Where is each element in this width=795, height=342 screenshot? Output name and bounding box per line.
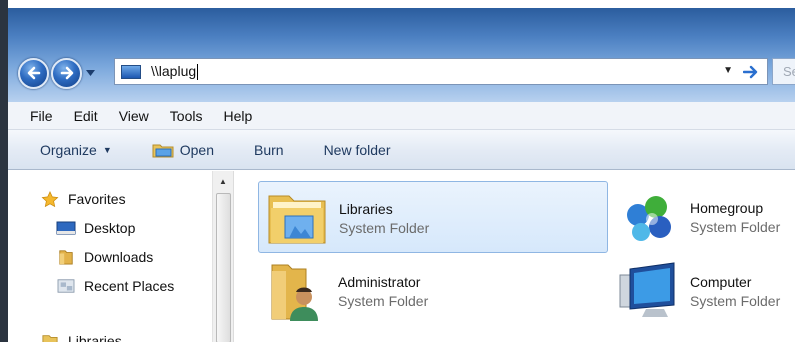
desktop-icon: [56, 221, 76, 235]
nav-item-downloads[interactable]: Downloads: [56, 249, 153, 265]
navigation-buttons: [18, 57, 96, 89]
navigation-pane: Favorites Desktop Downloads Recent Place…: [8, 171, 220, 342]
nav-favorites-label: Favorites: [68, 191, 126, 207]
open-folder-icon: [152, 144, 174, 157]
nav-item-label: Recent Places: [84, 278, 175, 294]
downloads-folder-icon: [59, 250, 73, 265]
menu-edit[interactable]: Edit: [74, 108, 98, 124]
libraries-folder-icon: [268, 195, 326, 244]
go-button[interactable]: [739, 61, 763, 82]
item-name: Administrator: [338, 274, 421, 290]
item-type: System Folder: [339, 220, 430, 236]
network-location-icon: [121, 64, 141, 79]
user-folder-icon: [271, 264, 318, 321]
new-folder-button[interactable]: New folder: [324, 142, 391, 158]
address-path[interactable]: \\laplug: [151, 62, 199, 81]
organize-label: Organize: [40, 141, 97, 158]
item-homegroup[interactable]: Homegroup System Folder: [616, 185, 795, 251]
libraries-icon: [42, 335, 58, 342]
menu-help[interactable]: Help: [223, 108, 252, 124]
nav-libraries[interactable]: Libraries: [40, 333, 122, 342]
open-button[interactable]: Open: [152, 142, 214, 158]
back-arrow-icon: [27, 66, 40, 80]
nav-pane-scrollbar[interactable]: ▲: [212, 171, 234, 342]
menu-file[interactable]: File: [30, 108, 53, 124]
item-type: System Folder: [338, 293, 429, 309]
content-pane: Libraries System Folder Homegroup System…: [234, 171, 795, 342]
nav-item-recent-places[interactable]: Recent Places: [56, 278, 174, 294]
command-bar: Organize ▼ Open Burn New folder: [8, 130, 795, 170]
homegroup-icon: [627, 196, 671, 241]
nav-item-label: Downloads: [84, 249, 154, 265]
recent-places-icon: [57, 279, 75, 293]
organize-button[interactable]: Organize ▼: [40, 142, 112, 158]
open-label: Open: [179, 141, 214, 158]
menu-tools[interactable]: Tools: [170, 108, 203, 124]
address-path-text: \\laplug: [151, 62, 197, 79]
item-name: Computer: [690, 274, 752, 290]
item-administrator[interactable]: Administrator System Folder: [264, 259, 594, 331]
scrollbar-thumb[interactable]: [216, 193, 231, 342]
go-arrow-icon: [743, 65, 758, 78]
forward-button[interactable]: [51, 57, 82, 89]
nav-favorites[interactable]: Favorites: [40, 191, 126, 207]
nav-libraries-label: Libraries: [68, 333, 122, 342]
menu-view[interactable]: View: [119, 108, 149, 124]
recent-pages-dropdown[interactable]: [84, 64, 96, 82]
scroll-up-icon[interactable]: ▲: [219, 177, 227, 186]
forward-arrow-icon: [60, 66, 73, 80]
window-top-edge: [0, 0, 795, 8]
address-dropdown-icon[interactable]: ▼: [723, 65, 733, 76]
search-input[interactable]: Se: [772, 58, 795, 85]
chevron-down-icon: [85, 70, 95, 76]
computer-icon: [619, 262, 675, 317]
nav-item-desktop[interactable]: Desktop: [56, 220, 135, 236]
nav-item-label: Desktop: [84, 220, 136, 236]
chevron-down-icon: ▼: [102, 144, 112, 155]
item-type: System Folder: [690, 293, 781, 309]
address-bar[interactable]: \\laplug ▼: [114, 58, 768, 85]
item-libraries[interactable]: Libraries System Folder: [258, 181, 608, 253]
burn-button[interactable]: Burn: [254, 142, 284, 158]
item-name: Homegroup: [690, 200, 764, 216]
window-left-edge: [0, 0, 8, 342]
menu-bar: File Edit View Tools Help: [8, 102, 795, 130]
star-icon: [41, 191, 59, 207]
item-name: Libraries: [339, 201, 393, 217]
item-computer[interactable]: Computer System Folder: [616, 259, 795, 331]
back-button[interactable]: [18, 57, 49, 89]
title-glass-area: [8, 8, 795, 102]
item-type: System Folder: [690, 219, 781, 235]
text-caret: [197, 64, 199, 81]
